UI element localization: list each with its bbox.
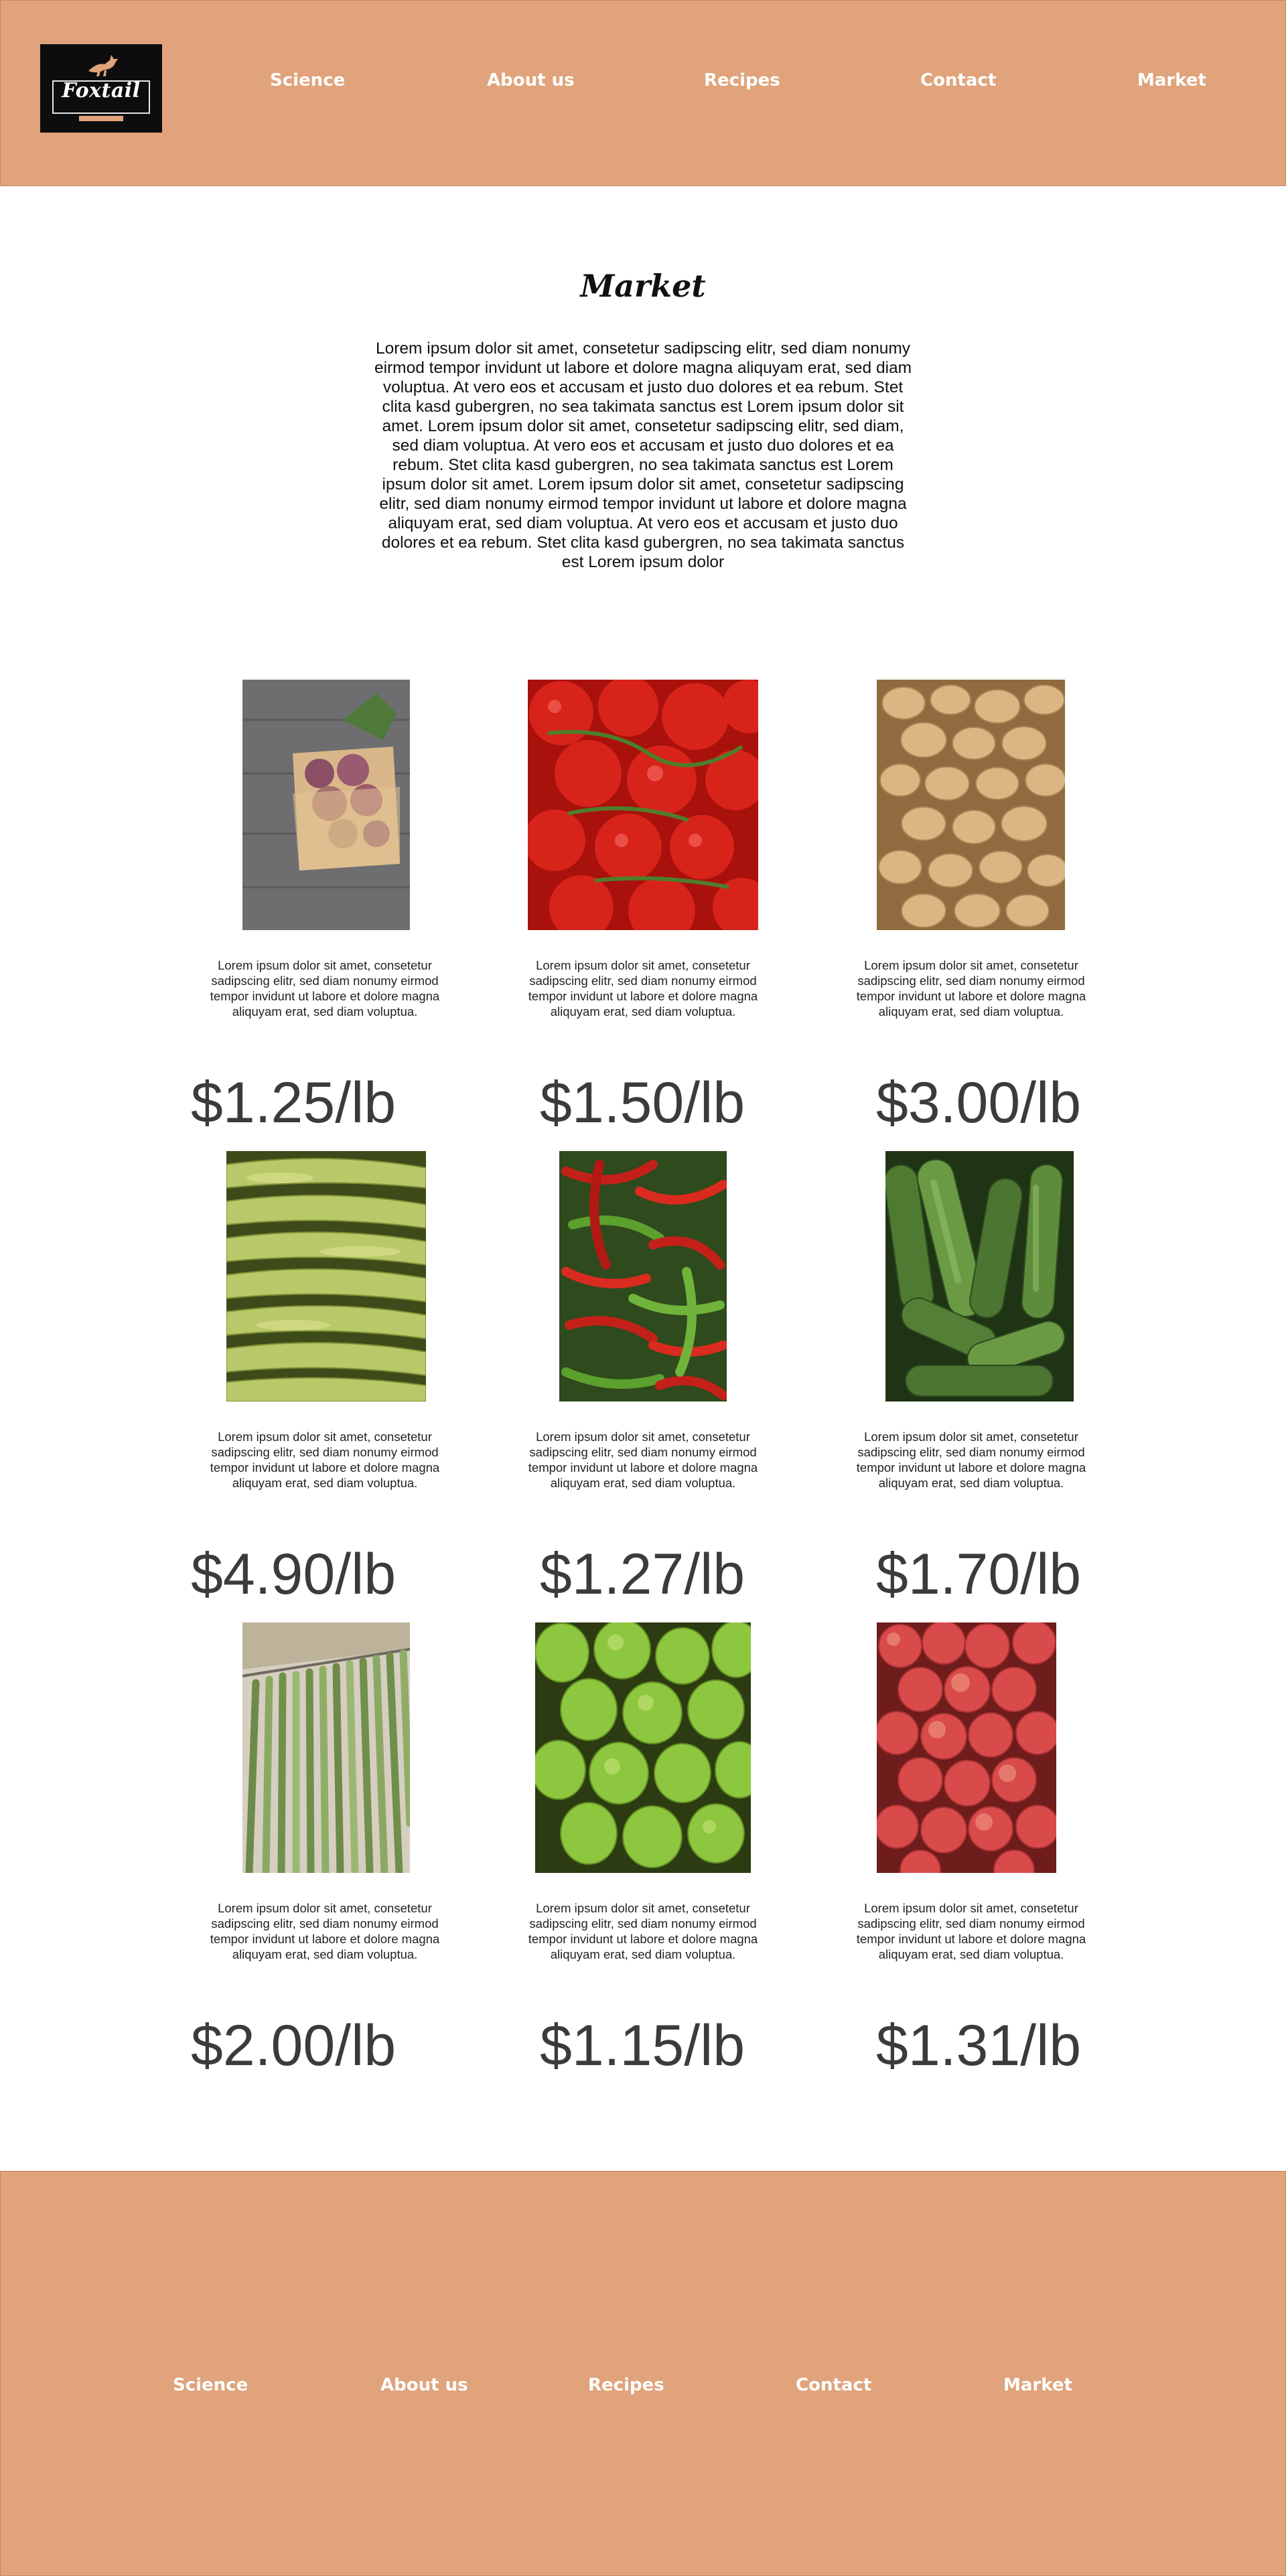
product-description: Lorem ipsum dolor sit amet, consetetur s… (528, 958, 758, 1018)
footer-nav-market[interactable]: Market (1003, 2375, 1072, 2395)
product-image-asparagus[interactable] (242, 1622, 410, 1873)
product-price: $3.00/lb (876, 1071, 1082, 1135)
intro-paragraph: Lorem ipsum dolor sit amet, consetetur s… (374, 339, 912, 571)
product-description: Lorem ipsum dolor sit amet, consetetur s… (210, 1430, 440, 1490)
fox-icon (88, 55, 118, 76)
nav-about-us[interactable]: About us (487, 70, 575, 90)
product-image-cucumbers[interactable] (885, 1151, 1074, 1401)
product-description: Lorem ipsum dolor sit amet, consetetur s… (210, 958, 440, 1018)
product-price: $1.70/lb (876, 1542, 1082, 1606)
footer-nav-about-us[interactable]: About us (380, 2375, 468, 2395)
nav-market[interactable]: Market (1137, 70, 1206, 90)
product-price: $1.15/lb (540, 2014, 745, 2078)
product-image-apples[interactable] (877, 1622, 1056, 1873)
footer-nav-contact[interactable]: Contact (796, 2375, 871, 2395)
product-price: $4.90/lb (191, 1542, 397, 1606)
nav-science[interactable]: Science (270, 70, 345, 90)
foxtail-logo[interactable]: Foxtail (40, 44, 162, 133)
product-description: Lorem ipsum dolor sit amet, consetetur s… (528, 1901, 758, 1961)
footer-nav-recipes[interactable]: Recipes (588, 2375, 664, 2395)
logo-text: Foxtail (62, 79, 141, 102)
site-header: Foxtail Science About us Recipes Contact… (0, 0, 1286, 186)
nav-contact[interactable]: Contact (920, 70, 996, 90)
footer-nav-science[interactable]: Science (173, 2375, 248, 2395)
product-image-pears[interactable] (535, 1622, 751, 1873)
product-description: Lorem ipsum dolor sit amet, consetetur s… (856, 958, 1086, 1018)
nav-recipes[interactable]: Recipes (704, 70, 780, 90)
site-footer (0, 2171, 1286, 2576)
product-description: Lorem ipsum dolor sit amet, consetetur s… (210, 1901, 440, 1961)
product-price: $1.50/lb (540, 1071, 745, 1135)
page-title: Market (580, 268, 706, 304)
product-price: $1.27/lb (540, 1542, 745, 1606)
product-image-potatoes[interactable] (877, 680, 1065, 930)
product-price: $1.25/lb (191, 1071, 397, 1135)
product-description: Lorem ipsum dolor sit amet, consetetur s… (856, 1901, 1086, 1961)
product-price: $2.00/lb (191, 2014, 397, 2078)
product-description: Lorem ipsum dolor sit amet, consetetur s… (856, 1430, 1086, 1490)
product-image-onions[interactable] (242, 680, 410, 930)
product-price: $1.31/lb (876, 2014, 1082, 2078)
product-image-chili-peppers[interactable] (559, 1151, 727, 1401)
product-image-tomatoes[interactable] (528, 680, 758, 930)
product-description: Lorem ipsum dolor sit amet, consetetur s… (528, 1430, 758, 1490)
product-image-corn[interactable] (226, 1151, 426, 1401)
logo-tagline-bar (79, 116, 123, 121)
